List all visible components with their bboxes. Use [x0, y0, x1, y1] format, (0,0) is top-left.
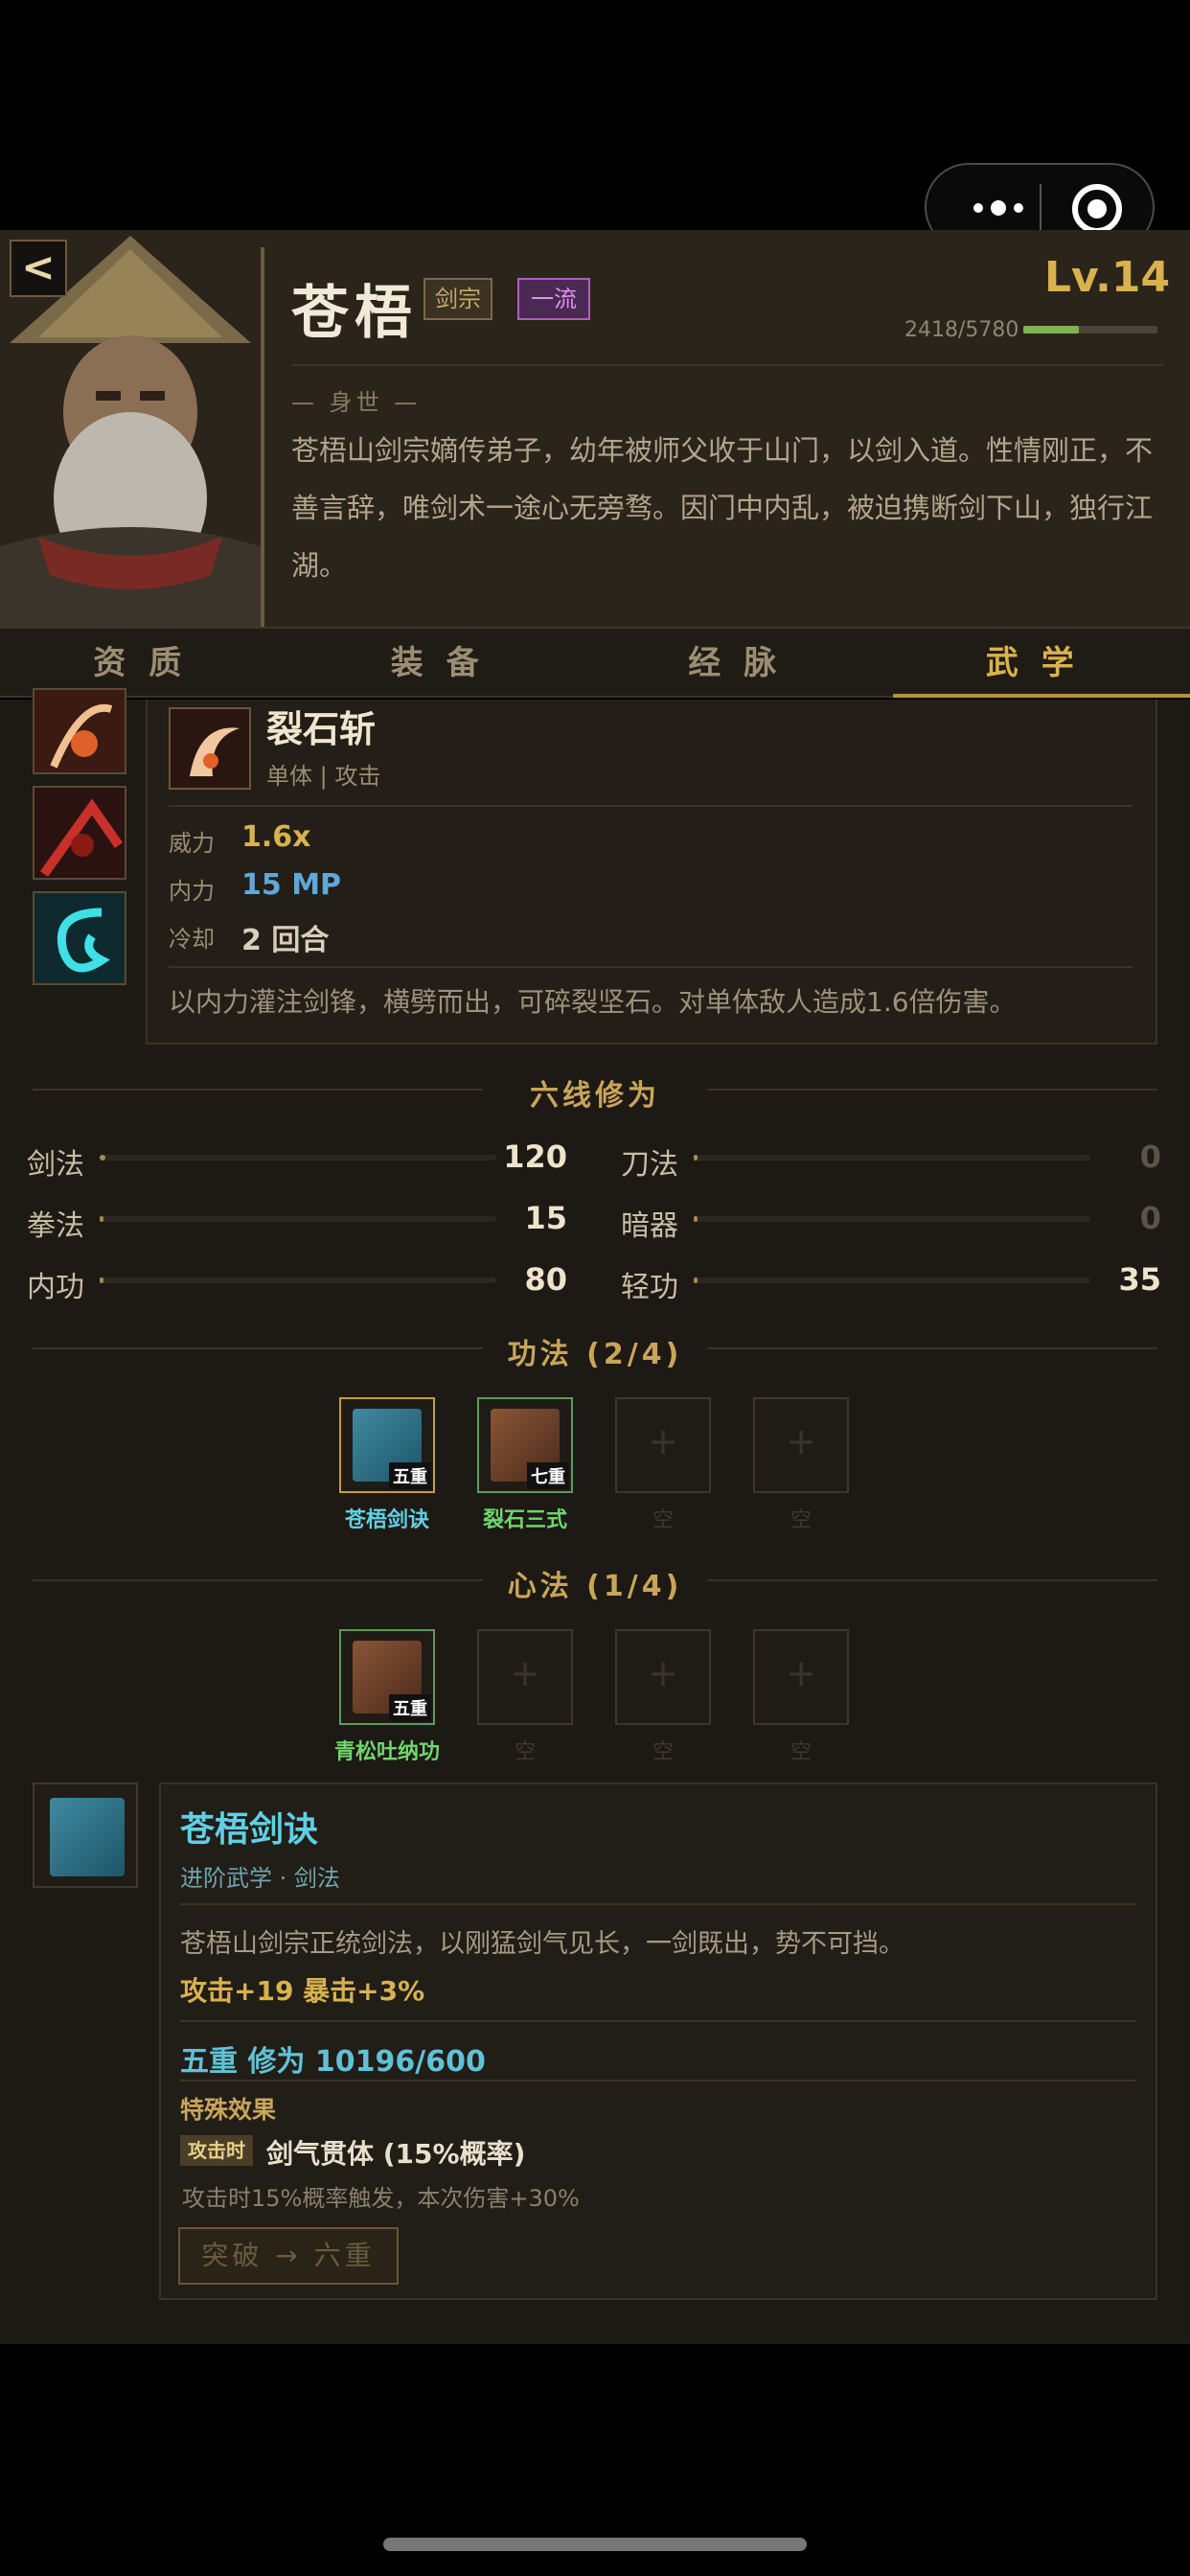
effect-description: 攻击时15%概率触发，本次伤害+30%	[182, 2185, 580, 2212]
back-button[interactable]: <	[10, 240, 67, 297]
detail-bonus: 攻击+19 暴击+3%	[180, 1975, 425, 2007]
rank-badge: 一流	[517, 278, 590, 320]
home-indicator[interactable]	[383, 2538, 807, 2551]
xinfa-slot-1-label: 青松吐纳功	[333, 1740, 440, 1764]
skill-name: 裂石斩	[266, 708, 377, 750]
detail-divider	[180, 2020, 1136, 2022]
tab-qualification[interactable]: 资质	[0, 629, 298, 696]
stat-fist-label: 拳法	[27, 1209, 84, 1243]
trigger-badge: 攻击时	[180, 2135, 253, 2166]
skill-divider	[169, 805, 1133, 807]
six-lines-title: 六线修为	[530, 1079, 660, 1113]
detail-description: 苍梧山剑宗正统剑法，以刚猛剑气见长，一剑既出，势不可挡。	[180, 1929, 904, 1959]
book-icon	[50, 1798, 125, 1876]
xinfa-slot-3-label: 空	[652, 1740, 674, 1764]
stat-label-power: 威力	[169, 830, 215, 857]
capsule-divider	[1040, 184, 1041, 234]
stat-fist-bar	[100, 1216, 496, 1222]
section-line	[33, 1579, 483, 1581]
gongfa-slot-4-empty[interactable]	[753, 1397, 849, 1493]
breakthrough-button[interactable]: 突破 → 六重	[178, 2227, 399, 2285]
skill-type: 单体 | 攻击	[266, 763, 381, 790]
xinfa-slot-2-label: 空	[514, 1740, 536, 1764]
skill-slot-fire[interactable]	[33, 786, 126, 880]
gongfa-slot-2[interactable]: 七重	[477, 1397, 573, 1493]
skill-slot-water[interactable]	[33, 891, 126, 985]
more-icon[interactable]	[955, 186, 1041, 230]
stat-inner-value: 80	[524, 1261, 567, 1298]
bio-text: 苍梧山剑宗嫡传弟子，幼年被师父收于山门，以剑入道。性情刚正，不善言辞，唯剑术一途…	[291, 434, 1154, 582]
gongfa-slot-1[interactable]: 五重	[339, 1397, 435, 1493]
stat-qinggong-value: 35	[1118, 1261, 1161, 1298]
gongfa-slot-4-label: 空	[790, 1508, 812, 1532]
special-effect-title: 特殊效果	[180, 2096, 277, 2124]
stat-sword-bar	[100, 1155, 496, 1161]
tab-bar: 资质 装备 经脉 武学	[0, 627, 1190, 698]
tab-meridians[interactable]: 经脉	[595, 629, 893, 696]
xinfa-slot-2-empty[interactable]	[477, 1629, 573, 1725]
section-line	[707, 1347, 1157, 1349]
section-line	[33, 1347, 483, 1349]
section-line	[707, 1579, 1157, 1581]
exp-text: 2418/5780	[904, 318, 1019, 342]
slot-rank: 五重	[389, 1694, 431, 1721]
stat-inner-bar	[100, 1277, 496, 1283]
skill-slot-slash[interactable]	[33, 688, 126, 774]
stat-inner-label: 内功	[27, 1271, 84, 1304]
xinfa-slot-3-empty[interactable]	[615, 1629, 711, 1725]
stat-label-cooldown: 冷却	[169, 926, 215, 953]
slot-rank: 五重	[389, 1462, 431, 1489]
stat-value-power: 1.6x	[241, 820, 311, 854]
stat-hidden-weapon-bar	[694, 1216, 1090, 1222]
tab-equipment[interactable]: 装备	[298, 629, 596, 696]
gongfa-slot-1-label: 苍梧剑诀	[344, 1508, 429, 1532]
stat-value-mp: 15 MP	[241, 868, 342, 902]
header-divider	[291, 364, 1163, 366]
stat-label-mp: 内力	[169, 878, 215, 905]
gongfa-slot-2-label: 裂石三式	[482, 1508, 567, 1532]
stat-hidden-weapon-label: 暗器	[621, 1209, 678, 1243]
stat-blade-label: 刀法	[621, 1148, 678, 1182]
xinfa-title: 心法 (1/4)	[507, 1570, 683, 1603]
detail-name: 苍梧剑诀	[180, 1810, 319, 1850]
stat-hidden-weapon-value: 0	[1139, 1200, 1161, 1236]
stat-qinggong-bar	[694, 1277, 1090, 1283]
stat-blade-value: 0	[1139, 1138, 1161, 1175]
sect-badge: 剑宗	[423, 278, 492, 320]
close-target-icon[interactable]	[1072, 184, 1122, 234]
stat-value-cooldown: 2 回合	[241, 924, 330, 957]
level-label: Lv.14	[1044, 253, 1171, 302]
xinfa-slot-4-empty[interactable]	[753, 1629, 849, 1725]
stat-sword-value: 120	[503, 1138, 567, 1175]
tab-martial-arts[interactable]: 武学	[892, 629, 1190, 698]
portrait-divider	[261, 247, 264, 627]
gongfa-slot-3-label: 空	[652, 1508, 674, 1532]
gongfa-slot-3-empty[interactable]	[615, 1397, 711, 1493]
stat-sword-label: 剑法	[27, 1148, 84, 1182]
character-name: 苍梧	[291, 280, 418, 347]
skill-divider-2	[169, 966, 1133, 968]
exp-bar-fill	[1023, 326, 1079, 334]
skill-description: 以内力灌注剑锋，横劈而出，可碎裂坚石。对单体敌人造成1.6倍伤害。	[169, 986, 1017, 1018]
section-line	[33, 1089, 483, 1091]
slot-rank: 七重	[527, 1462, 569, 1489]
effect-name: 剑气贯体 (15%概率)	[266, 2138, 526, 2170]
stat-blade-bar	[694, 1155, 1090, 1161]
section-line	[707, 1089, 1157, 1091]
xinfa-slot-1[interactable]: 五重	[339, 1629, 435, 1725]
xinfa-slot-4-label: 空	[790, 1740, 812, 1764]
stat-fist-value: 15	[524, 1200, 567, 1236]
detail-divider	[180, 1903, 1136, 1905]
gongfa-title: 功法 (2/4)	[507, 1338, 683, 1371]
stat-qinggong-label: 轻功	[621, 1271, 678, 1304]
detail-divider	[180, 2080, 1136, 2082]
detail-cultivation: 五重 修为 10196/600	[180, 2045, 486, 2079]
detail-subtitle: 进阶武学 · 剑法	[180, 1865, 340, 1892]
bio-title: — 身世 —	[291, 389, 422, 416]
detail-book-icon	[33, 1782, 138, 1888]
skill-icon	[169, 707, 251, 790]
